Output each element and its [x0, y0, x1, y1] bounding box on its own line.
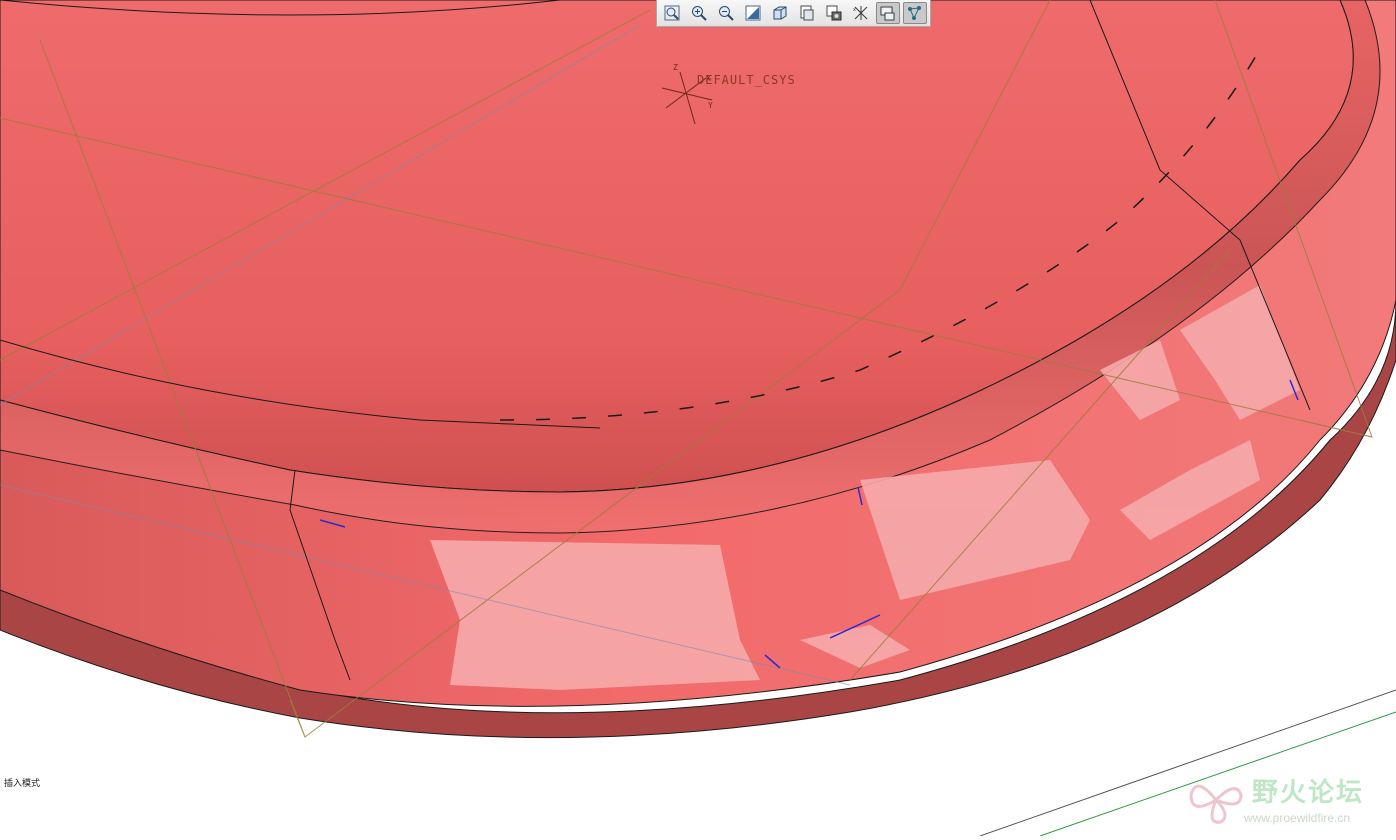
saved-views-button[interactable]: [795, 2, 819, 24]
spin-center-icon: [908, 6, 921, 20]
butterfly-logo-icon: [1189, 784, 1243, 824]
csys-axes-icon: x: [853, 6, 868, 20]
view-manager-icon: [826, 5, 842, 21]
csys-axis-z-label: Z: [673, 63, 678, 72]
datum-display-icon: [880, 6, 895, 21]
zoom-in-button[interactable]: [687, 2, 711, 24]
forum-watermark: 野火论坛 www.proewildfire.cn: [1186, 768, 1391, 832]
repaint-button[interactable]: [741, 2, 765, 24]
repaint-icon: [745, 5, 761, 21]
mode-status-text: 插入模式: [4, 779, 41, 789]
cube-shaded-icon: [773, 6, 787, 20]
csys-display-button[interactable]: x: [849, 2, 873, 24]
csys-axis-y-label: Y: [708, 101, 713, 110]
zoom-out-icon: [719, 6, 734, 21]
zoom-fit-icon: [664, 5, 680, 21]
csys-axis-x-label: X: [706, 74, 711, 83]
spin-center-button[interactable]: [903, 2, 927, 24]
zoom-out-button[interactable]: [714, 2, 738, 24]
view-manager-button[interactable]: [822, 2, 846, 24]
watermark-brand: 野火论坛: [1252, 778, 1365, 808]
model-canvas[interactable]: [0, 0, 1396, 837]
svg-text:x: x: [853, 7, 856, 13]
zoom-in-icon: [692, 6, 707, 21]
display-style-button[interactable]: [768, 2, 792, 24]
saved-views-icon: [800, 5, 814, 21]
view-toolbar: x: [656, 0, 931, 27]
graphics-viewport[interactable]: DEFAULT_CSYS Z Y X: [0, 0, 1396, 837]
csys-label: DEFAULT_CSYS: [697, 73, 796, 87]
datum-display-button[interactable]: [876, 2, 900, 24]
refit-button[interactable]: [660, 2, 684, 24]
watermark-url: www.proewildfire.cn: [1244, 811, 1351, 825]
